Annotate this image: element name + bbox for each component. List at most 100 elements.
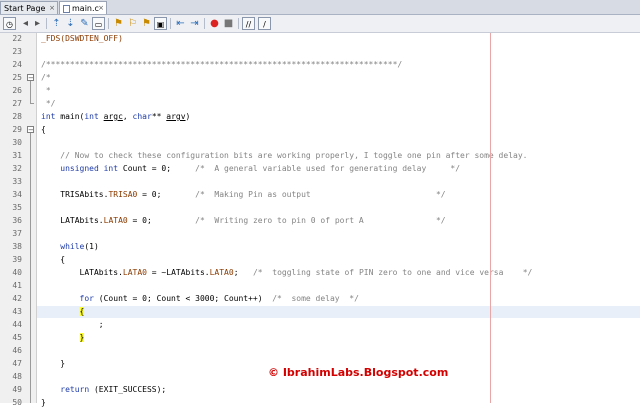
fold-guide [30,133,31,403]
code-token: (1) [84,242,99,251]
code-line-42: for (Count = 0; Count < 3000; Count++) /… [41,293,359,305]
toolbar-separator [46,18,47,29]
history-icon[interactable]: ◷ [3,17,16,30]
line-number: 33 [12,177,22,186]
code-token: = 0; [127,216,152,225]
line-number: 45 [12,333,22,342]
tab-main-c[interactable]: main.c × [59,1,107,14]
code-line-40: LATAbits.LATA0 = ~LATAbits.LATA0; /* tog… [41,267,533,279]
line-number: 49 [12,385,22,394]
code-line-50: } [41,398,46,407]
code-keyword: char [132,112,152,121]
c-file-icon [63,4,70,13]
code-line-45: } [41,332,85,344]
uncomment-icon[interactable]: / [258,17,271,30]
tab-start-page-close-icon[interactable]: × [49,2,55,15]
line-number: 47 [12,359,22,368]
code-line-34: TRISAbits.TRISA0 = 0; /* Making Pin as o… [41,189,445,201]
line-number: 42 [12,294,22,303]
code-token: Count = 0; [118,164,172,173]
toggle-bookmark-icon[interactable]: ⚑ [140,17,153,30]
code-editor[interactable]: _FDS(DSWDTEN_OFF) /*********************… [37,33,640,407]
code-keyword: int [41,112,56,121]
editor-toolbar: ◷ ◂ ▸ ⇡ ⇣ ✎ ▭ ⚑ ⚐ ⚑ ▣ ⇤ ⇥ ● ■ // / [0,15,640,33]
line-number: 29 [12,125,22,134]
line-number: 32 [12,164,22,173]
code-token: ) [185,112,191,121]
line-number: 38 [12,242,22,251]
code-line-28: int main(int argc, char** argv) [41,111,190,123]
code-line-22: _FDS(DSWDTEN_OFF) [41,33,123,45]
code-token: ** [151,112,167,121]
line-number: 30 [12,138,22,147]
toggle-highlight-icon[interactable]: ✎ [78,17,91,30]
code-token: = ~LATAbits. [146,268,210,277]
code-keyword: int [84,112,99,121]
tab-main-c-close-icon[interactable]: × [98,2,104,15]
code-token: = 0; [137,190,162,199]
fold-toggle-comment[interactable]: − [27,74,34,82]
code-token: (EXIT_SUCCESS); [89,385,167,394]
code-token: TRISA0 [108,190,138,199]
watermark-text: © IbrahimLabs.Blogspot.com [268,366,449,379]
line-number: 36 [12,216,22,225]
code-comment: /* some delay */ [262,294,359,303]
code-line-26: * [41,86,51,95]
line-number: 44 [12,320,22,329]
code-token: argv [166,112,186,121]
code-line-31: // Now to check these configuration bits… [41,151,528,160]
code-line-27: */ [41,99,56,108]
line-number: 48 [12,372,22,381]
line-number: 28 [12,112,22,121]
line-number: 31 [12,151,22,160]
code-token: LATAbits. [41,216,104,225]
record-macro-icon[interactable]: ● [208,17,221,30]
find-prev-icon[interactable]: ⇡ [50,17,63,30]
code-line-36: LATAbits.LATA0 = 0; /* Writing zero to p… [41,215,446,227]
shift-right-icon[interactable]: ⇥ [188,17,201,30]
code-line-25: /* [41,73,51,82]
shift-left-icon[interactable]: ⇤ [174,17,187,30]
code-token: LATAbits. [41,268,123,277]
tab-start-page[interactable]: Start Page × [0,1,58,14]
line-number: 43 [12,307,22,316]
fold-toggle-main[interactable]: − [27,126,34,134]
code-comment: /* toggling state of PIN zero to one and… [238,268,533,277]
code-token: LATA0 [103,216,128,225]
code-token: (Count = 0; Count < 3000; Count++) [93,294,263,303]
code-comment: /* Writing zero to pin 0 of port A */ [151,216,446,225]
comment-icon[interactable]: // [242,17,255,30]
forward-icon[interactable]: ▸ [31,17,44,30]
editor-tab-bar: Start Page × main.c × [0,0,640,15]
code-line-24: /***************************************… [41,60,403,69]
code-line-39: { [41,255,66,264]
code-token: _FDS(DSWDTEN_OFF) [41,34,123,43]
prev-bookmark-icon[interactable]: ⚑ [112,17,125,30]
code-token: argc [103,112,123,121]
right-margin-guide [490,33,491,403]
line-number: 26 [12,86,22,95]
next-bookmark-icon[interactable]: ⚐ [126,17,139,30]
matched-brace-close: } [79,333,85,342]
code-line-32: unsigned int Count = 0; /* A general var… [41,163,460,175]
code-keyword: while [41,242,85,251]
stop-macro-icon[interactable]: ■ [222,17,235,30]
toolbar-separator [204,18,205,29]
find-next-icon[interactable]: ⇣ [64,17,77,30]
code-line-43: { [41,306,85,318]
current-line-highlight [37,306,640,318]
find-selection-icon[interactable]: ▣ [154,17,167,30]
comment-block-icon[interactable]: ▭ [92,17,105,30]
line-number: 34 [12,190,22,199]
line-number: 37 [12,229,22,238]
code-token: TRISAbits. [41,190,109,199]
line-number: 23 [12,47,22,56]
line-number: 50 [12,398,22,407]
line-number: 35 [12,203,22,212]
code-token: , [122,112,133,121]
code-line-38: while(1) [41,241,99,253]
line-number: 39 [12,255,22,264]
code-line-47: } [41,359,66,368]
line-number: 46 [12,346,22,355]
code-keyword: return [41,385,90,394]
